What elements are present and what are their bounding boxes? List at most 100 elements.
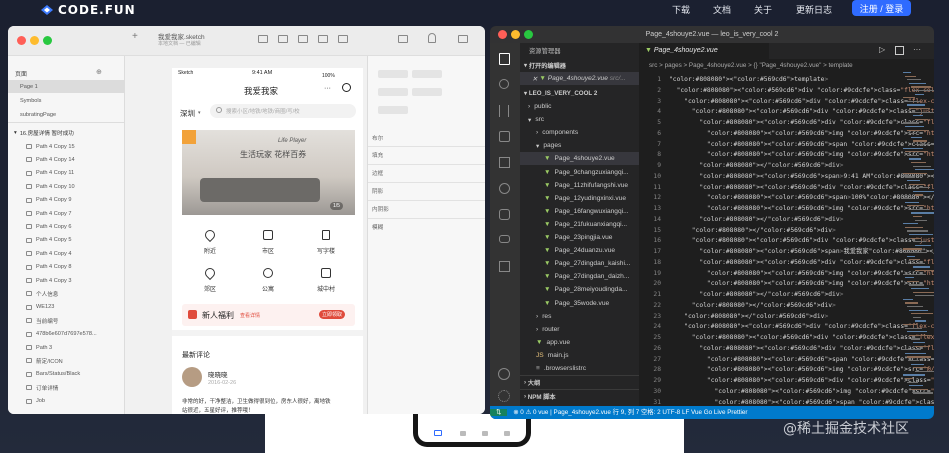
code-line[interactable]: 28 "color:#808080"><"color:#569cd6">img …	[639, 364, 934, 375]
layer-item[interactable]: WE123	[8, 301, 124, 314]
layer-item[interactable]: Path 4 Copy 4	[8, 247, 124, 260]
code-line[interactable]: 8 "color:#808080"><"color:#569cd6">img "…	[639, 149, 934, 160]
code-line[interactable]: 2 "color:#808080"><"color:#569cd6">div "…	[639, 85, 934, 96]
toolbar-icon[interactable]	[338, 35, 348, 43]
layer-item[interactable]: Path 4 Copy 3	[8, 274, 124, 287]
code-line[interactable]: 11 "color:#808080"><"color:#569cd6">div …	[639, 182, 934, 193]
fill-section[interactable]: 填充	[372, 151, 482, 159]
test-icon[interactable]	[499, 209, 510, 220]
welfare-button[interactable]: 立即领取	[319, 310, 346, 319]
account-icon[interactable]	[498, 368, 510, 380]
file-item[interactable]: ▼ Page_24duanzu.vue	[520, 244, 639, 257]
split-editor-icon[interactable]	[895, 46, 904, 55]
search-icon[interactable]	[499, 79, 509, 89]
file-item[interactable]: ▼ Page_12yudingxinxi.vue	[520, 192, 639, 205]
code-line[interactable]: 27 "color:#808080"><"color:#569cd6">span…	[639, 354, 934, 365]
code-line[interactable]: 25 "color:#808080"><"color:#569cd6">div …	[639, 332, 934, 343]
add-page-icon[interactable]: ⊕	[96, 68, 102, 76]
more-icon[interactable]: ···	[324, 85, 331, 92]
code-line[interactable]: 5 "color:#808080"><"color:#569cd6">div "…	[639, 117, 934, 128]
border-section[interactable]: 边框	[372, 169, 482, 177]
register-login-button[interactable]: 注册 / 登录	[852, 0, 911, 16]
size-control[interactable]	[378, 88, 408, 96]
size-control[interactable]	[412, 88, 442, 96]
code-line[interactable]: 9 "color:#808080"></"color:#569cd6">div>	[639, 160, 934, 171]
more-icon[interactable]: ···	[913, 45, 921, 54]
layer-item[interactable]: Path 3	[8, 341, 124, 354]
nav-docs[interactable]: 文档	[713, 3, 731, 16]
layer-item[interactable]: Path 4 Copy 8	[8, 261, 124, 274]
layer-item[interactable]: 个人信息	[8, 287, 124, 300]
open-editor-item[interactable]: ✕ ▼ Page_4shouye2.vue src/...	[520, 72, 639, 85]
layer-item[interactable]: Path 4 Copy 14	[8, 153, 124, 166]
code-line[interactable]: 15 "color:#808080"></"color:#569cd6">div…	[639, 225, 934, 236]
layer-item[interactable]: 当前编号	[8, 314, 124, 327]
nav-changelog[interactable]: 更新日志	[796, 3, 832, 16]
folder-item[interactable]: › router	[520, 323, 639, 336]
gear-icon[interactable]	[498, 390, 510, 402]
code-line[interactable]: 12 "color:#808080"><"color:#569cd6">span…	[639, 192, 934, 203]
code-line[interactable]: 29 "color:#808080"><"color:#569cd6">div …	[639, 375, 934, 386]
outline-header[interactable]: › 大纲	[520, 375, 639, 388]
file-item[interactable]: ▼ Page_4shouye2.vue	[520, 152, 639, 166]
layer-item[interactable]: Path 4 Copy 9	[8, 194, 124, 207]
toolbar-icon[interactable]	[398, 35, 408, 43]
zoom-icon[interactable]	[524, 30, 533, 39]
layer-item[interactable]: 订单详情	[8, 381, 124, 394]
code-line[interactable]: 7 "color:#808080"><"color:#569cd6">span …	[639, 139, 934, 150]
open-editors-header[interactable]: ▾ 打开的编辑器	[520, 59, 639, 72]
file-item[interactable]: ▼ Page_11zhifufangshi.vue	[520, 179, 639, 192]
layer-item[interactable]: Path 4 Copy 6	[8, 220, 124, 233]
target-icon[interactable]	[342, 83, 351, 92]
code-line[interactable]: 13 "color:#808080"><"color:#569cd6">img …	[639, 203, 934, 214]
breadcrumb[interactable]: src > pages > Page_4shouye2.vue > {} "Pa…	[639, 59, 934, 72]
artboard-我爱我家[interactable]: Sketch 9:41 AM 100% 我爱我家 ··· 深圳 ▾ 搜索小区/地…	[172, 68, 363, 414]
minimize-icon[interactable]	[511, 30, 520, 39]
folder-item[interactable]: ▾ pages	[520, 139, 639, 152]
code-line[interactable]: 20 "color:#808080"><"color:#569cd6">img …	[639, 278, 934, 289]
file-item[interactable]: ▼ Page_28meiyoudingda...	[520, 283, 639, 296]
run-icon[interactable]: ▷	[879, 45, 885, 54]
grid-urban[interactable]: 市区	[248, 230, 288, 255]
toolbar-icon[interactable]	[278, 35, 288, 43]
remote-icon[interactable]	[499, 183, 510, 194]
welfare-banner[interactable]: 新人福利 查看详情 立即领取	[182, 304, 355, 326]
code-line[interactable]: 24 "color:#808080"><"color:#569cd6">div …	[639, 321, 934, 332]
layer-item[interactable]: Path 4 Copy 7	[8, 207, 124, 220]
file-item[interactable]: ▼ Page_9changzuxiangqi...	[520, 166, 639, 179]
code-line[interactable]: 3 "color:#808080"><"color:#569cd6">div "…	[639, 96, 934, 107]
layer-item[interactable]: Path 4 Copy 5	[8, 234, 124, 247]
layer-item[interactable]: Job	[8, 395, 124, 408]
layer-item[interactable]: Path 4 Copy 11	[8, 167, 124, 180]
workspace-root[interactable]: ▾ LEO_IS_VERY_COOL 2	[520, 87, 639, 100]
artboard-group[interactable]: ▾ 16.房屋详情 暂时成功	[8, 126, 124, 139]
code-line[interactable]: 26 "color:#808080"><"color:#569cd6">div …	[639, 343, 934, 354]
code-line[interactable]: 22 "color:#808080"></"color:#569cd6">div…	[639, 300, 934, 311]
zoom-icon[interactable]	[43, 36, 52, 45]
layer-item[interactable]: 箭定/ICON	[8, 354, 124, 367]
close-icon[interactable]	[498, 30, 507, 39]
code-line[interactable]: 18 "color:#808080"><"color:#569cd6">div …	[639, 257, 934, 268]
banner-image[interactable]: Life Player 生活玩家 花样百券 1/5	[182, 130, 355, 215]
code-line[interactable]: 17 "color:#808080"><"color:#569cd6">span…	[639, 246, 934, 257]
minimap[interactable]	[901, 72, 934, 406]
grid-suburb[interactable]: 郊区	[190, 265, 230, 293]
page-item[interactable]: Page 1	[8, 80, 124, 93]
layer-item[interactable]: Path 4 Copy 10	[8, 180, 124, 193]
code-line[interactable]: 14 "color:#808080"></"color:#569cd6">div…	[639, 214, 934, 225]
npm-scripts-header[interactable]: › NPM 脚本	[520, 389, 639, 402]
file-item[interactable]: ▼ Page_27dingdan_kaishi...	[520, 257, 639, 270]
folder-item[interactable]: › public	[520, 100, 639, 113]
grid-nearby[interactable]: 附近	[190, 227, 230, 255]
align-control[interactable]	[378, 70, 408, 78]
folder-item[interactable]: › res	[520, 310, 639, 323]
file-item[interactable]: ▼ app.vue	[520, 336, 639, 349]
grid-village[interactable]: 城中村	[306, 268, 346, 293]
layer-item[interactable]: Bars/Status/Black	[8, 368, 124, 381]
grid-apartment[interactable]: 公寓	[248, 268, 288, 293]
toolbar-icon[interactable]	[318, 35, 328, 43]
inner-shadow-section[interactable]: 内阴影	[372, 205, 482, 213]
blur-section[interactable]: 模糊	[372, 223, 482, 231]
editor-tab[interactable]: ▼ Page_4shouye2.vue	[639, 43, 769, 59]
file-item[interactable]: ▼ Page_23pingjia.vue	[520, 231, 639, 244]
